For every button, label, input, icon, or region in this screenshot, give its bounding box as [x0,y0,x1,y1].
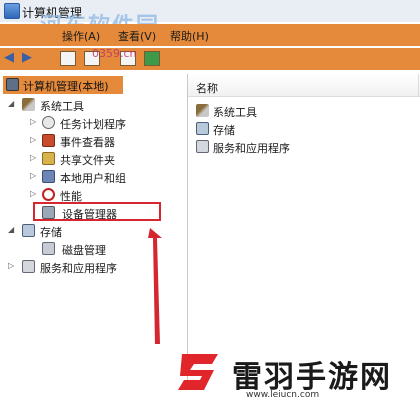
expand-icon[interactable]: ▷ [30,153,36,162]
watermark-url: 0359.cn [92,47,137,60]
column-name-header[interactable]: 名称 [196,80,218,96]
logo-url: www.leiucn.com [246,390,320,400]
list-item[interactable]: 系统工具 [196,102,396,120]
tree-item-task-scheduler[interactable]: ▷ 任务计划程序 [30,114,180,132]
tree-item-local-users[interactable]: ▷ 本地用户和组 [30,168,180,186]
event-log-icon [42,134,55,147]
computer-icon [6,78,19,91]
menu-bar: 操作(A) 查看(V) 帮助(H) [0,24,420,46]
highlight-box [33,202,161,221]
shared-folder-icon [42,152,55,165]
users-icon [42,170,55,183]
show-hide-icon[interactable] [144,51,160,66]
menu-action[interactable]: 操作(A) [62,28,100,44]
expand-icon[interactable]: ▷ [30,117,36,126]
menu-help[interactable]: 帮助(H) [170,28,209,44]
services-icon [196,140,209,153]
list-item[interactable]: 服务和应用程序 [196,138,396,156]
tools-icon [196,104,209,117]
forward-icon[interactable]: ▶ [22,50,32,65]
list-item[interactable]: 存储 [196,120,396,138]
list-header: 名称 [188,74,420,97]
tree-item-root[interactable]: 计算机管理(本地) [3,76,123,94]
tree-item-disk-management[interactable]: 磁盘管理 [42,240,162,258]
disk-icon [42,242,55,255]
computer-management-icon [4,3,20,19]
tree-item-shared-folders[interactable]: ▷ 共享文件夹 [30,150,180,168]
tools-icon [22,98,35,111]
toolbar: ◀ ▶ [0,48,420,70]
collapse-icon[interactable]: ◢ [8,99,14,108]
storage-icon [22,224,35,237]
collapse-icon[interactable]: ◢ [8,225,14,234]
services-icon [22,260,35,273]
expand-icon[interactable]: ▷ [30,135,36,144]
leiyu-logo-icon [178,354,218,390]
performance-icon [42,188,55,201]
clock-icon [42,116,55,129]
tree-item-system-tools[interactable]: ◢ 系统工具 [8,96,178,114]
expand-icon[interactable]: ▷ [30,171,36,180]
storage-icon [196,122,209,135]
results-pane: 名称 系统工具 存储 服务和应用程序 [188,74,420,382]
console-tree-icon[interactable] [60,51,76,66]
expand-icon[interactable]: ▷ [8,261,14,270]
back-icon[interactable]: ◀ [4,50,14,65]
annotation-arrow-icon [148,228,162,344]
menu-view[interactable]: 查看(V) [118,28,156,44]
column-separator [418,74,419,96]
tree-item-event-viewer[interactable]: ▷ 事件查看器 [30,132,180,150]
expand-icon[interactable]: ▷ [30,189,36,198]
